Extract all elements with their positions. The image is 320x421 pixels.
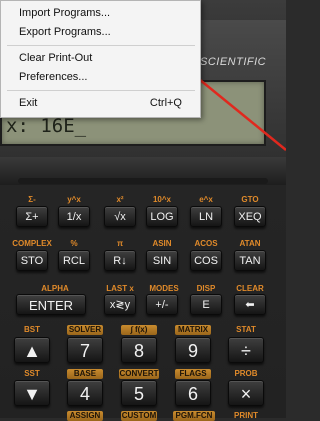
sto-key[interactable]: STO (16, 250, 48, 271)
shift-label-gto: GTO (241, 195, 259, 204)
shift-label-integral: ∫ f(x) (121, 325, 157, 335)
shift-label-clear: CLEAR (236, 284, 264, 293)
menu-item-label: Preferences... (19, 71, 88, 83)
menu-item-shortcut: Ctrl+Q (149, 97, 182, 109)
shift-label-y-power-x: y^x (67, 195, 81, 204)
menu-item-label: Import Programs... (19, 7, 111, 19)
shift-label-complex: COMPLEX (12, 239, 52, 248)
menu-item-import-programs[interactable]: Import Programs... (1, 3, 200, 23)
shift-label-sst: SST (24, 369, 40, 378)
file-menu: Import Programs... Export Programs... Cl… (0, 0, 201, 118)
digit-9-key[interactable]: 9 (175, 337, 211, 363)
ln-key[interactable]: LN (190, 206, 222, 227)
shift-label-ten-power-x: 10^x (152, 195, 172, 204)
log-key[interactable]: LOG (146, 206, 178, 227)
xeq-key[interactable]: XEQ (234, 206, 266, 227)
backspace-key[interactable]: ⬅ (234, 294, 266, 315)
shift-label-e-power-x: e^x (199, 195, 213, 204)
shift-label-x-squared: x² (116, 195, 124, 204)
menu-item-export-programs[interactable]: Export Programs... (1, 22, 200, 42)
tan-key[interactable]: TAN (234, 250, 266, 271)
shift-label-pgm-fcn: PGM.FCN (173, 411, 215, 421)
shift-label-prob: PROB (234, 369, 258, 378)
shift-label-sigma-minus: Σ- (28, 195, 36, 204)
digit-5-key[interactable]: 5 (121, 380, 157, 406)
shift-label-print: PRINT (234, 411, 258, 420)
shift-label-last-x: LAST x (106, 284, 134, 293)
sin-key[interactable]: SIN (146, 250, 178, 271)
enter-key[interactable]: ENTER (16, 294, 86, 315)
roll-down-key[interactable]: R↓ (104, 250, 136, 271)
shift-label-convert: CONVERT (119, 369, 159, 379)
shift-label-stat: STAT (236, 325, 256, 334)
digit-7-key[interactable]: 7 (67, 337, 103, 363)
shift-label-asin: ASIN (152, 239, 172, 248)
shift-label-percent: % (70, 239, 78, 248)
shift-label-pi: π (116, 239, 124, 248)
reciprocal-key[interactable]: 1/x (58, 206, 90, 227)
shift-label-acos: ACOS (194, 239, 218, 248)
down-arrow-key[interactable]: ▼ (14, 380, 50, 406)
menu-item-preferences[interactable]: Preferences... (1, 67, 200, 87)
digit-8-key[interactable]: 8 (121, 337, 157, 363)
shift-label-disp: DISP (196, 284, 216, 293)
brand-label: SCIENTIFIC (200, 56, 267, 68)
menu-item-clear-print-out[interactable]: Clear Print-Out (1, 48, 200, 68)
shift-label-atan: ATAN (239, 239, 261, 248)
shift-label-flags: FLAGS (175, 369, 211, 379)
change-sign-key[interactable]: +/- (146, 294, 178, 315)
multiply-key[interactable]: × (228, 380, 264, 406)
menu-separator (7, 90, 195, 91)
menu-item-label: Clear Print-Out (19, 52, 93, 64)
shift-label-base: BASE (67, 369, 103, 379)
menu-item-label: Export Programs... (19, 26, 111, 38)
menu-item-exit[interactable]: Exit Ctrl+Q (1, 93, 200, 113)
swap-xy-key[interactable]: x≷y (104, 294, 136, 315)
divide-key[interactable]: ÷ (228, 337, 264, 363)
shift-label-bst: BST (24, 325, 40, 334)
menu-item-label: Exit (19, 97, 38, 109)
sigma-plus-key[interactable]: Σ+ (16, 206, 48, 227)
keyboard-divider (18, 178, 268, 184)
x-register: x: 16E_ (6, 115, 87, 137)
shift-label-modes: MODES (149, 284, 179, 293)
rcl-key[interactable]: RCL (58, 250, 90, 271)
shift-label-matrix: MATRIX (175, 325, 211, 335)
exponent-key[interactable]: E (190, 294, 222, 315)
cos-key[interactable]: COS (190, 250, 222, 271)
square-root-key[interactable]: √x (104, 206, 136, 227)
shift-label-alpha: ALPHA (41, 284, 69, 293)
digit-4-key[interactable]: 4 (67, 380, 103, 406)
up-arrow-key[interactable]: ▲ (14, 337, 50, 363)
shift-label-solver: SOLVER (67, 325, 103, 335)
shift-label-custom: CUSTOM (121, 411, 157, 421)
digit-6-key[interactable]: 6 (175, 380, 211, 406)
menu-separator (7, 45, 195, 46)
shift-label-assign: ASSIGN (67, 411, 103, 421)
